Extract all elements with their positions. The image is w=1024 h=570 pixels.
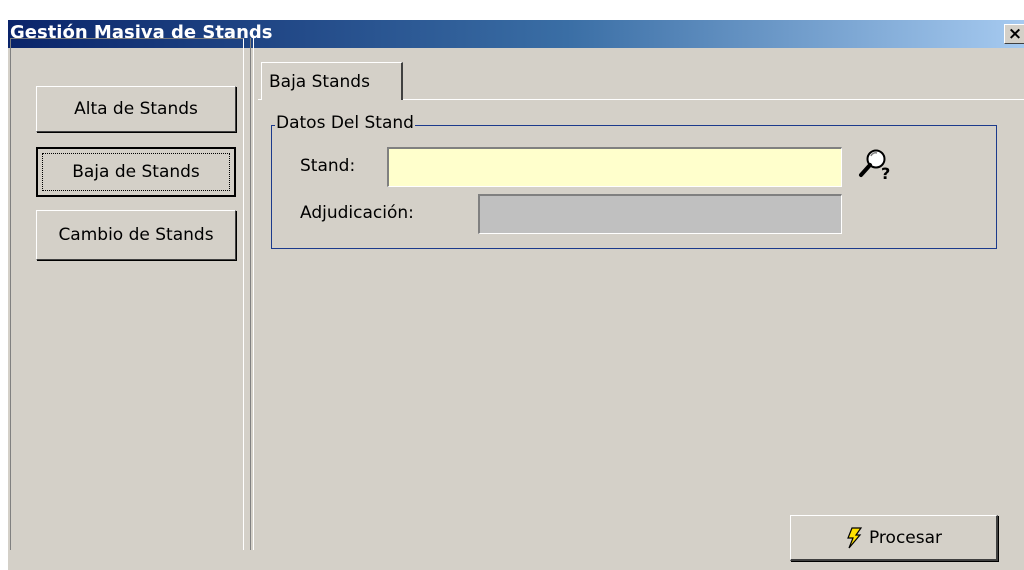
cambio-stands-button[interactable]: Cambio de Stands [36,210,236,260]
search-stand-button[interactable]: ? [855,146,895,184]
process-button[interactable]: Procesar [790,515,998,561]
search-question-icon: ? [859,149,890,183]
panel-edge [253,38,254,550]
adjudicacion-field [478,194,842,234]
tab-baja-stands[interactable]: Baja Stands [261,62,403,100]
focus-ring [42,153,230,191]
adjudicacion-label: Adjudicación: [300,203,414,223]
process-label: Procesar [868,527,943,548]
tab-strip-line [403,99,1024,100]
groupbox-legend: Datos Del Stand [275,113,415,133]
stand-label: Stand: [300,156,356,176]
svg-text:?: ? [881,164,890,183]
cambio-stands-label: Cambio de Stands [58,225,214,245]
alta-stands-label: Alta de Stands [74,99,198,119]
stand-input[interactable] [387,147,842,187]
tab-label: Baja Stands [269,72,370,92]
lightning-icon [847,526,863,548]
baja-stands-button[interactable]: Baja de Stands [36,147,236,197]
alta-stands-button[interactable]: Alta de Stands [36,86,236,132]
